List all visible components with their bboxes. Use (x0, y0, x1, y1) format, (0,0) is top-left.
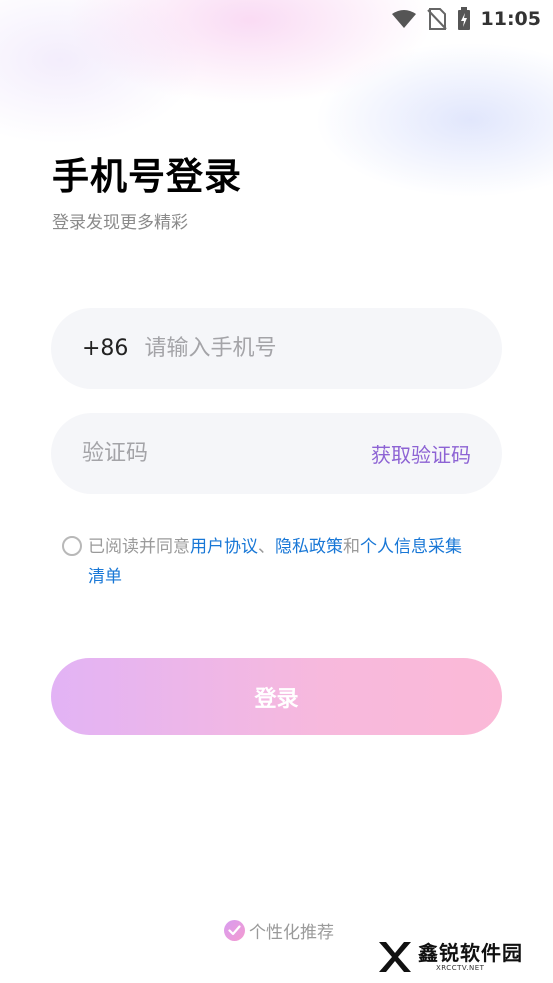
personalized-toggle[interactable]: 个性化推荐 (224, 918, 334, 943)
agreement-and: 和 (343, 537, 360, 557)
phone-field[interactable]: +86 (51, 308, 502, 389)
verification-code-input[interactable] (82, 441, 371, 466)
privacy-policy-link[interactable]: 隐私政策 (275, 537, 343, 557)
user-agreement-link[interactable]: 用户协议 (190, 537, 258, 557)
status-time: 11:05 (480, 8, 541, 30)
page-subtitle: 登录发现更多精彩 (52, 213, 188, 233)
agreement-checkbox[interactable] (62, 536, 82, 556)
personalized-label: 个性化推荐 (249, 923, 334, 943)
personal-info-list-link[interactable]: 个人信息采集 (360, 537, 462, 557)
watermark-text: 鑫锐软件园 (418, 940, 523, 965)
agreement-section: 已阅读并同意用户协议、隐私政策和个人信息采集 清单 (62, 532, 502, 592)
page-title: 手机号登录 (52, 155, 242, 198)
get-code-button[interactable]: 获取验证码 (371, 439, 471, 468)
login-button[interactable]: 登录 (51, 658, 502, 735)
phone-input[interactable] (144, 336, 471, 361)
status-bar: 11:05 (0, 0, 553, 38)
x-logo-icon (379, 942, 411, 972)
battery-charging-icon (457, 7, 471, 31)
agreement-prefix: 已阅读并同意 (88, 537, 190, 557)
watermark-subtext: XRCCTV.NET (436, 963, 485, 972)
country-code[interactable]: +86 (82, 336, 128, 361)
code-field[interactable]: 获取验证码 (51, 413, 502, 494)
watermark-logo: 鑫锐软件园 XRCCTV.NET (376, 936, 536, 978)
check-icon[interactable] (224, 920, 245, 941)
wifi-icon (391, 9, 417, 29)
personal-info-list-link-cont[interactable]: 清单 (62, 562, 502, 592)
agreement-separator: 、 (258, 537, 275, 557)
no-sim-icon (426, 8, 447, 30)
